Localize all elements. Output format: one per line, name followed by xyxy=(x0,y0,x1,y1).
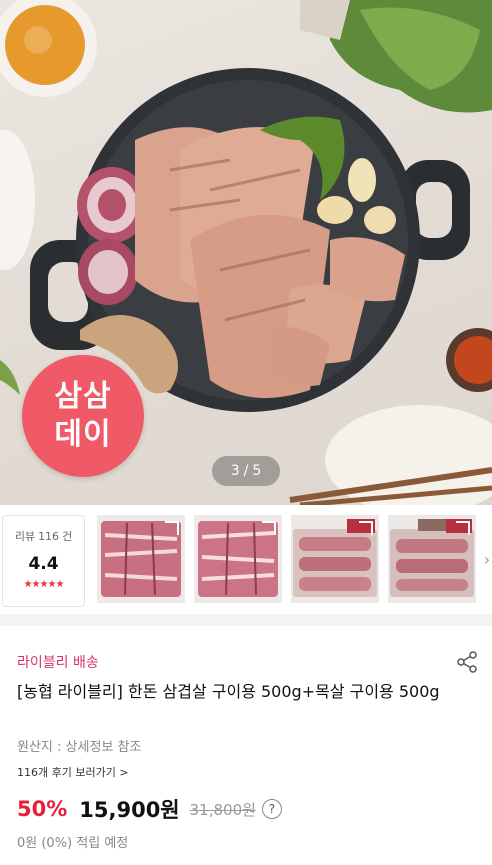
thumbnail-3[interactable] xyxy=(291,515,379,603)
price-row: 50% 15,900원 31,800원 ? xyxy=(17,794,282,824)
chevron-right-icon[interactable]: › xyxy=(482,515,492,603)
original-price: 31,800원 xyxy=(189,800,256,819)
select-corner-icon xyxy=(165,521,179,535)
help-icon[interactable]: ? xyxy=(261,799,282,819)
section-divider xyxy=(0,614,492,626)
discount-rate: 50% xyxy=(17,797,68,821)
reward-points: 0원 (0%) 적립 예정 xyxy=(17,836,129,851)
product-title: [농협 라이블리] 한돈 삼겹살 구이용 500g+목살 구이용 500g xyxy=(17,682,440,701)
counter-total: 5 xyxy=(252,463,262,479)
image-counter: 3 / 5 xyxy=(212,456,280,486)
review-summary[interactable]: 리뷰 116 건 4.4 ★★★★★ xyxy=(2,515,85,607)
badge-line1: 삼삼 xyxy=(54,379,112,414)
review-score: 4.4 xyxy=(28,554,59,574)
review-count: 리뷰 116 건 xyxy=(3,528,84,544)
select-corner-icon xyxy=(359,521,373,535)
counter-separator: / xyxy=(243,463,249,479)
review-label: 리뷰 xyxy=(14,530,36,543)
review-thumbnail-strip: 리뷰 116 건 4.4 ★★★★★ › xyxy=(0,505,492,614)
product-origin: 원산지 : 상세정보 참조 xyxy=(17,740,142,755)
star-rating-icon: ★★★★★ xyxy=(23,579,65,590)
select-corner-icon xyxy=(262,521,276,535)
promo-badge: 삼삼 데이 xyxy=(22,355,144,477)
badge-line2: 데이 xyxy=(54,417,112,452)
thumbnail-1[interactable] xyxy=(97,515,185,603)
select-corner-icon xyxy=(456,521,470,535)
product-main-image[interactable]: 삼삼 데이 3 / 5 xyxy=(0,0,492,505)
sale-price: 15,900원 xyxy=(79,798,180,822)
thumbnail-2[interactable] xyxy=(194,515,282,603)
review-number: 116 xyxy=(38,530,60,543)
share-icon[interactable] xyxy=(455,650,479,674)
delivery-label[interactable]: 라이블리 배송 xyxy=(17,652,99,672)
reviews-link[interactable]: 116개 후기 보러가기 > xyxy=(17,764,129,780)
review-unit: 건 xyxy=(62,530,73,543)
counter-current: 3 xyxy=(230,463,240,479)
thumbnail-4[interactable] xyxy=(388,515,476,603)
